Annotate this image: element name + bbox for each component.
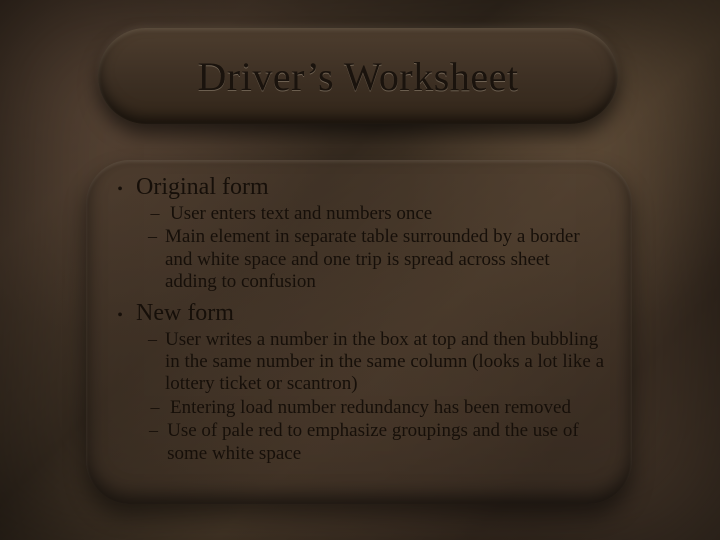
content-panel: • Original form – User enters text and n… — [86, 160, 632, 504]
bullet-icon: • — [114, 308, 126, 324]
dash-icon: – — [148, 227, 157, 245]
list-item: – Main element in separate table surroun… — [148, 226, 604, 293]
dash-icon: – — [148, 398, 162, 416]
dash-icon: – — [148, 204, 162, 222]
dash-icon: – — [148, 421, 159, 439]
sub-bullet-text: User writes a number in the box at top a… — [165, 329, 604, 396]
title-plate: Driver’s Worksheet — [98, 28, 618, 124]
sub-bullet-text: Main element in separate table surrounde… — [165, 226, 604, 293]
list-item: – User enters text and numbers once — [148, 203, 604, 225]
list-item: – Entering load number redundancy has be… — [148, 397, 604, 419]
list-item: – User writes a number in the box at top… — [148, 329, 604, 396]
sub-bullet-text: Use of pale red to emphasize groupings a… — [167, 420, 604, 465]
dash-icon: – — [148, 330, 157, 348]
sub-bullet-list: – User enters text and numbers once – Ma… — [114, 203, 604, 294]
sub-bullet-list: – User writes a number in the box at top… — [114, 329, 604, 465]
list-item: • New form – User writes a number in the… — [114, 300, 604, 465]
bullet-icon: • — [114, 182, 126, 198]
slide-background: Driver’s Worksheet • Original form – Use… — [0, 0, 720, 540]
bullet-label: New form — [136, 300, 234, 327]
slide-title: Driver’s Worksheet — [198, 53, 519, 100]
sub-bullet-text: Entering load number redundancy has been… — [170, 397, 571, 419]
list-item: – Use of pale red to emphasize groupings… — [148, 420, 604, 465]
sub-bullet-text: User enters text and numbers once — [170, 203, 432, 225]
bullet-label: Original form — [136, 174, 269, 201]
list-item: • Original form – User enters text and n… — [114, 174, 604, 294]
bullet-list: • Original form – User enters text and n… — [114, 174, 604, 465]
